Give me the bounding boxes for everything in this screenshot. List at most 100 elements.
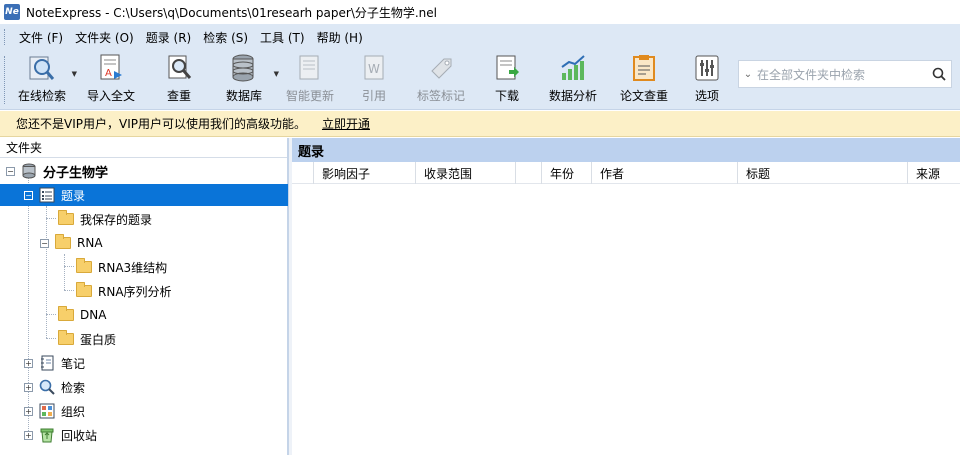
folder-icon [76,282,92,299]
global-search-box[interactable]: ⌄ 在全部文件夹中检索 [738,60,952,88]
menu-file[interactable]: 文件 (F) [13,26,69,49]
folder-icon [58,330,74,347]
data-analysis-label: 数据分析 [548,89,597,103]
tree-item-search[interactable]: + 检索 [24,376,85,398]
tree-item-protein[interactable]: 蛋白质 [58,328,116,350]
records-list-icon [39,187,55,203]
database-label: 数据库 [225,89,262,103]
dedupe-button[interactable]: 查重 [147,50,211,108]
vip-activate-link[interactable]: 立即开通 [322,115,370,132]
menu-folder[interactable]: 文件夹 (O) [69,26,140,49]
import-fulltext-icon: A [96,53,126,83]
tree-item-label: 笔记 [61,356,86,371]
online-search-label: 在线检索 [17,89,66,103]
menu-tools[interactable]: 工具 (T) [254,26,311,49]
search-icon[interactable] [927,67,951,81]
cite-label: 引用 [361,89,386,103]
dedupe-icon [164,53,194,83]
database-icon [21,163,37,179]
toolbar-grip[interactable] [4,56,7,104]
collapse-icon[interactable]: − [24,190,33,200]
data-analysis-button[interactable]: 数据分析 [537,50,609,108]
folder-icon [58,210,74,227]
download-button[interactable]: 下载 [477,50,537,108]
tree-connector-line [64,290,74,291]
paper-check-button[interactable]: 论文查重 [609,50,679,108]
tag-button[interactable]: 标签标记 [405,50,477,108]
folder-tree-pane: 文件夹 − 分子生物学 − 题录 我保存的题录 − RNA RNA3维结构 RN… [0,138,288,455]
options-button[interactable]: 选项 [679,50,735,108]
tree-item-rna3d[interactable]: RNA3维结构 [76,256,167,278]
expand-icon[interactable]: + [24,430,33,440]
paper-check-label: 论文查重 [619,89,668,103]
column-header-blank[interactable] [516,162,542,184]
column-header-source[interactable]: 来源 [908,162,960,184]
tree-item-organize[interactable]: + 组织 [24,400,85,422]
records-content-pane: 题录 影响因子 收录范围 年份 作者 标题 来源 [292,138,960,455]
window-title: NoteExpress - C:\Users\q\Documents\01res… [26,5,437,20]
column-header-impact-factor[interactable]: 影响因子 [314,162,416,184]
menu-grip[interactable] [4,29,7,45]
cite-button[interactable]: W 引用 [343,50,405,108]
menu-bar: 文件 (F) 文件夹 (O) 题录 (R) 检索 (S) 工具 (T) 帮助 (… [0,24,960,50]
tree-item-dna[interactable]: DNA [58,304,106,326]
menu-records[interactable]: 题录 (R) [140,26,198,49]
menu-search[interactable]: 检索 (S) [197,26,254,49]
search-scope-chevron-icon[interactable]: ⌄ [739,69,757,80]
tree-item-label: 组织 [61,404,86,419]
tree-item-records[interactable]: − 题录 [0,184,288,206]
tree-item-label: 回收站 [61,428,98,443]
tree-item-label: 题录 [61,188,86,203]
smart-update-button[interactable]: 智能更新 [277,50,343,108]
tree-item-notes[interactable]: + 笔记 [24,352,85,374]
column-header-author[interactable]: 作者 [592,162,738,184]
vip-notice-bar: 您还不是VIP用户，VIP用户可以使用我们的高级功能。 立即开通 [0,111,960,137]
tree-connector-line [46,314,56,315]
expand-icon[interactable]: + [24,358,33,368]
smart-update-icon [295,53,325,83]
expand-icon[interactable]: + [24,382,33,392]
cite-icon: W [359,53,389,83]
database-icon [229,53,259,83]
records-table-header: 影响因子 收录范围 年份 作者 标题 来源 [292,162,960,184]
content-title: 题录 [292,138,960,162]
online-search-icon [27,53,57,83]
title-bar: Ne NoteExpress - C:\Users\q\Documents\01… [0,0,960,24]
organize-grid-icon [39,403,55,419]
tree-item-label: 我保存的题录 [80,212,153,227]
search-input[interactable]: 在全部文件夹中检索 [757,66,927,83]
vip-message: 您还不是VIP用户，VIP用户可以使用我们的高级功能。 [16,117,306,131]
tree-item-rna-seq[interactable]: RNA序列分析 [76,280,172,302]
tree-item-recycle[interactable]: + 回收站 [24,424,97,446]
tree-item-root[interactable]: − 分子生物学 [6,160,108,182]
folder-icon [55,234,71,251]
notebook-icon [39,355,55,371]
options-icon [692,53,722,83]
tree-item-rna[interactable]: − RNA [40,232,103,254]
dedupe-label: 查重 [166,89,191,103]
recycle-bin-icon [39,427,55,443]
expand-icon[interactable]: + [24,406,33,416]
column-header-marker[interactable] [292,162,314,184]
collapse-icon[interactable]: − [40,238,49,248]
menu-help[interactable]: 帮助 (H) [311,26,369,49]
database-button[interactable]: ▼ 数据库 [211,50,279,108]
download-icon [492,53,522,83]
svg-text:A: A [105,68,112,79]
tree-item-label: 检索 [61,380,86,395]
online-search-button[interactable]: ▼ 在线检索 [9,50,77,108]
tree-item-label: RNA [77,236,103,250]
tree-item-saved-records[interactable]: 我保存的题录 [58,208,152,230]
column-header-coverage[interactable]: 收录范围 [416,162,516,184]
folder-icon [58,306,74,323]
collapse-icon[interactable]: − [6,166,15,176]
options-label: 选项 [694,89,719,103]
column-header-year[interactable]: 年份 [542,162,592,184]
noteexpress-logo-icon: Ne [4,4,20,20]
import-fulltext-button[interactable]: A 导入全文 [75,50,147,108]
toolbar: ▼ 在线检索 A 导入全文 查重 ▼ 数据库 智能更新 W 引用 标签标记 下载… [0,50,960,110]
import-fulltext-label: 导入全文 [86,89,135,103]
folder-icon [76,258,92,275]
tag-label: 标签标记 [416,89,465,103]
column-header-title[interactable]: 标题 [738,162,908,184]
